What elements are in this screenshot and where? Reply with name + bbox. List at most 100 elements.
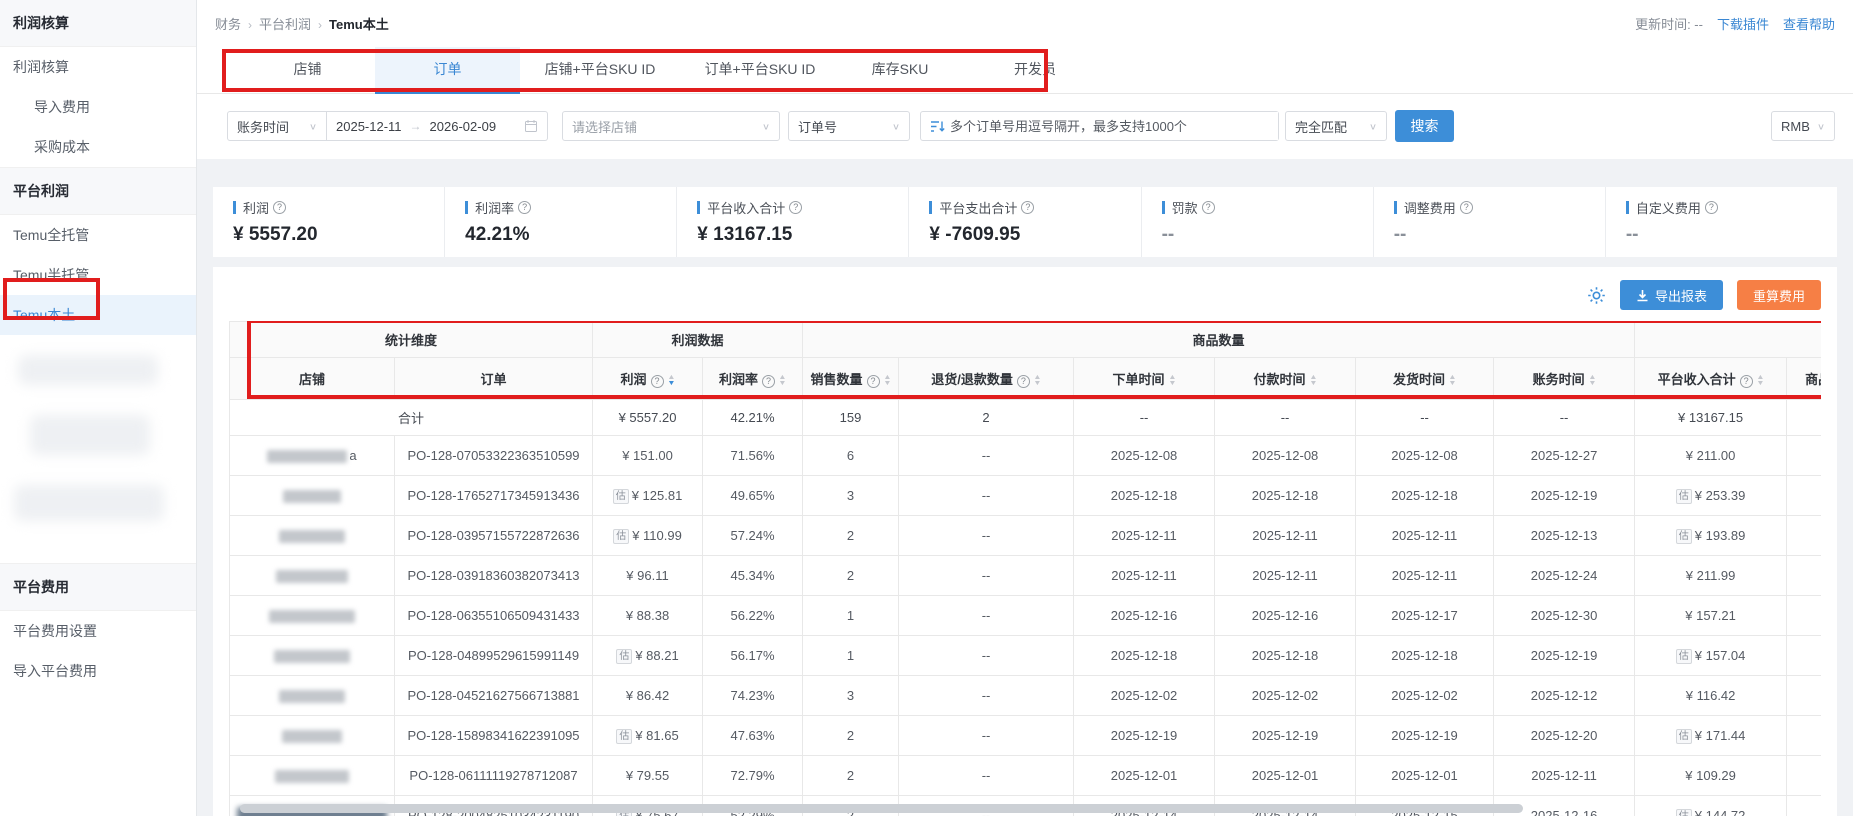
cell-profit-rate: 49.65%: [703, 476, 803, 516]
tab-developer[interactable]: 开发员: [960, 47, 1110, 94]
column-header-sales-qty[interactable]: 销售数量?▲▼: [803, 358, 899, 400]
column-header-pay-time[interactable]: 付款时间▲▼: [1215, 358, 1356, 400]
stat-value: --: [1394, 224, 1585, 246]
tab-inventory-sku[interactable]: 库存SKU: [840, 47, 960, 94]
help-icon[interactable]: ?: [651, 375, 664, 388]
sidebar-item-import-fees[interactable]: 导入费用: [0, 87, 196, 127]
cell-order: PO-128-06355106509431433: [395, 596, 593, 636]
sort-down-icon[interactable]: ▼: [1033, 381, 1041, 387]
help-icon[interactable]: ?: [1202, 201, 1215, 214]
help-icon[interactable]: ?: [762, 375, 775, 388]
stat-value: --: [1626, 224, 1817, 246]
cell-store: [230, 556, 395, 596]
cell-account-time: 2025-12-30: [1494, 596, 1635, 636]
sort-carets[interactable]: ▲▼: [1757, 375, 1764, 387]
cell-product-sales: ¥: [1787, 556, 1821, 596]
export-report-button[interactable]: 导出报表: [1620, 280, 1723, 310]
help-icon[interactable]: ?: [1705, 201, 1718, 214]
cell-refund-qty: --: [899, 436, 1074, 476]
recalculate-fees-button[interactable]: 重算费用: [1737, 280, 1821, 310]
sidebar-item-temu-full[interactable]: Temu全托管: [0, 215, 196, 255]
sort-down-icon[interactable]: ▼: [1756, 381, 1764, 387]
sort-carets[interactable]: ▲▼: [1589, 375, 1596, 387]
sort-down-icon[interactable]: ▼: [778, 381, 786, 387]
help-icon[interactable]: ?: [789, 201, 802, 214]
tab-store-sku[interactable]: 店铺+平台SKU ID: [520, 47, 680, 94]
sidebar-item-platform-fee-settings[interactable]: 平台费用设置: [0, 611, 196, 651]
match-mode-select[interactable]: 完全匹配 ∨: [1285, 111, 1387, 141]
help-icon[interactable]: ?: [518, 201, 531, 214]
sort-down-icon[interactable]: ▼: [1309, 381, 1317, 387]
cell-platform-income: ¥ 157.21: [1635, 596, 1787, 636]
currency-select[interactable]: RMB ∨: [1771, 111, 1835, 141]
column-header-refund-qty[interactable]: 退货/退款数量?▲▼: [899, 358, 1074, 400]
horizontal-scrollbar[interactable]: [240, 804, 1523, 813]
tab-order-sku[interactable]: 订单+平台SKU ID: [680, 47, 840, 94]
help-icon[interactable]: ?: [867, 375, 880, 388]
help-icon[interactable]: ?: [1460, 201, 1473, 214]
stat-profit: 利润? ¥ 5557.20: [213, 187, 444, 257]
cell-sales-qty: 2: [803, 516, 899, 556]
date-range-picker[interactable]: 2025-12-11 → 2026-02-09: [327, 111, 548, 141]
tab-store[interactable]: 店铺: [240, 47, 375, 94]
search-button[interactable]: 搜索: [1395, 110, 1454, 142]
time-dimension-select[interactable]: 账务时间 ∨: [227, 111, 327, 141]
sort-carets[interactable]: ▲▼: [884, 375, 891, 387]
sort-down-icon[interactable]: ▼: [667, 381, 675, 387]
sort-down-icon[interactable]: ▼: [1168, 381, 1176, 387]
help-icon[interactable]: ?: [1017, 375, 1030, 388]
sort-down-icon[interactable]: ▼: [1588, 381, 1596, 387]
cell-platform-income: ¥ 211.00: [1635, 436, 1787, 476]
sort-down-icon[interactable]: ▼: [1448, 381, 1456, 387]
sort-carets[interactable]: ▲▼: [1034, 375, 1041, 387]
sidebar-item-temu-semi[interactable]: Temu半托管: [0, 255, 196, 295]
order-numbers-input-wrap: [920, 111, 1279, 141]
download-plugin-link[interactable]: 下载插件: [1717, 14, 1769, 33]
sidebar-item-profit-accounting[interactable]: 利润核算: [0, 47, 196, 87]
cell-order: PO-128-03918360382073413: [395, 556, 593, 596]
stat-label: 平台收入合计: [707, 198, 785, 217]
breadcrumb-finance[interactable]: 财务: [215, 17, 241, 32]
sort-carets[interactable]: ▲▼: [779, 375, 786, 387]
column-header-product-sales[interactable]: 商品销售额?▲▼: [1787, 358, 1821, 400]
cell-account-time: 2025-12-27: [1494, 436, 1635, 476]
help-icon[interactable]: ?: [273, 201, 286, 214]
cell-store: [230, 476, 395, 516]
column-header-platform-income[interactable]: 平台收入合计?▲▼: [1635, 358, 1787, 400]
cell-profit-rate: 47.63%: [703, 716, 803, 756]
cell-pay-time: 2025-12-01: [1215, 756, 1356, 796]
breadcrumb-separator: ›: [318, 18, 322, 32]
sort-carets[interactable]: ▲▼: [668, 375, 675, 387]
cell-account-time: 2025-12-12: [1494, 676, 1635, 716]
breadcrumb-platform-profit[interactable]: 平台利润: [259, 17, 311, 32]
column-header-profit[interactable]: 利润?▲▼: [593, 358, 703, 400]
column-header-profit-rate[interactable]: 利润率?▲▼: [703, 358, 803, 400]
cell-refund-qty: --: [899, 756, 1074, 796]
help-icon[interactable]: ?: [1740, 375, 1753, 388]
stat-value: --: [1162, 224, 1353, 246]
order-field-select[interactable]: 订单号 ∨: [788, 111, 910, 141]
cell-order: PO-128-03957155722872636: [395, 516, 593, 556]
help-icon[interactable]: ?: [1021, 201, 1034, 214]
sort-down-icon[interactable]: ▼: [883, 381, 891, 387]
sidebar-item-purchase-cost[interactable]: 采购成本: [0, 127, 196, 167]
cell-pay-time: 2025-12-11: [1215, 556, 1356, 596]
column-header-ship-time[interactable]: 发货时间▲▼: [1356, 358, 1494, 400]
cell-pay-time: 2025-12-19: [1215, 716, 1356, 756]
sidebar-item-temu-local[interactable]: Temu本土: [0, 295, 196, 335]
sort-carets[interactable]: ▲▼: [1310, 375, 1317, 387]
settings-gear-icon[interactable]: [1587, 286, 1606, 305]
sidebar-item-import-platform-fees[interactable]: 导入平台费用: [0, 651, 196, 691]
cell-refund-qty: 2: [899, 400, 1074, 436]
view-help-link[interactable]: 查看帮助: [1783, 14, 1835, 33]
column-header-account-time[interactable]: 账务时间▲▼: [1494, 358, 1635, 400]
shop-select[interactable]: 请选择店铺 ∨: [562, 111, 780, 141]
cell-platform-income: ¥ 109.29: [1635, 756, 1787, 796]
cell-product-sales: 估¥: [1787, 796, 1821, 816]
order-numbers-input[interactable]: [946, 112, 1278, 140]
sort-carets[interactable]: ▲▼: [1449, 375, 1456, 387]
tab-order[interactable]: 订单: [375, 47, 520, 94]
column-header-order-time[interactable]: 下单时间▲▼: [1074, 358, 1215, 400]
table-column-header-row: 店铺订单利润?▲▼利润率?▲▼销售数量?▲▼退货/退款数量?▲▼下单时间▲▼付款…: [230, 358, 1822, 400]
sort-carets[interactable]: ▲▼: [1169, 375, 1176, 387]
